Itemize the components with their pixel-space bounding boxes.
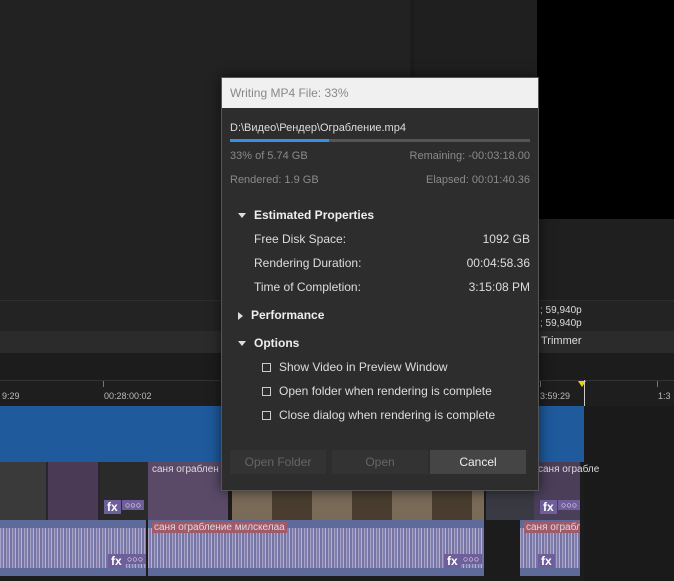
property-label: Free Disk Space:: [254, 232, 347, 246]
more-icon-right[interactable]: ○○○: [558, 500, 581, 510]
render-progress-fill: [230, 139, 329, 142]
property-value: 3:15:08 PM: [468, 280, 530, 294]
option-label: Show Video in Preview Window: [279, 360, 448, 374]
audio-clip-label: саня ограбление милскелаа: [152, 522, 287, 533]
section-estimated-properties[interactable]: Estimated Properties: [238, 208, 374, 222]
video-preview: [537, 0, 674, 219]
video-clip-5[interactable]: саня ограбле fx ○○○: [534, 462, 599, 520]
section-options[interactable]: Options: [238, 336, 299, 350]
rendered-size: Rendered: 1.9 GB: [230, 174, 319, 186]
remaining-time: Remaining: -00:03:18.00: [409, 150, 530, 162]
chevron-right-icon: [238, 311, 243, 320]
chevron-down-icon: [238, 341, 246, 347]
ruler-label-left: 9:29: [2, 391, 20, 401]
open-folder-button[interactable]: Open Folder: [230, 450, 326, 474]
property-value: 00:04:58.36: [466, 256, 530, 270]
video-clip-label-right: саня ограбле: [538, 464, 600, 475]
ruler-label-mid: 00:28:00:02: [104, 391, 152, 401]
open-button[interactable]: Open: [332, 450, 428, 474]
fps-info-2: ; 59,940p: [540, 318, 582, 329]
cancel-button[interactable]: Cancel: [430, 450, 526, 474]
property-label: Rendering Duration:: [254, 256, 362, 270]
audio-fx-icon-2[interactable]: fx: [444, 554, 461, 568]
option-row[interactable]: Open folder when rendering is complete: [262, 384, 492, 398]
option-row[interactable]: Close dialog when rendering is complete: [262, 408, 495, 422]
audio-clip-2[interactable]: саня ограбление милскелаа fx ○○○: [148, 520, 484, 576]
option-row[interactable]: Show Video in Preview Window: [262, 360, 448, 374]
trimmer-tab[interactable]: Trimmer: [541, 335, 582, 347]
audio-more-icon-2[interactable]: ○○○: [460, 554, 483, 564]
audio-fx-icon-3[interactable]: fx: [538, 554, 555, 568]
property-label: Time of Completion:: [254, 280, 361, 294]
ruler-label-far-right: 1:3: [658, 391, 671, 401]
dialog-title: Writing MP4 File: 33%: [222, 78, 538, 108]
fx-icon[interactable]: fx: [104, 500, 121, 514]
checkbox[interactable]: [262, 386, 271, 396]
output-file-path: D:\Видео\Рендер\Ограбление.mp4: [230, 122, 406, 134]
audio-clip-3[interactable]: саня ограбле fx: [520, 520, 580, 576]
chevron-down-icon: [238, 213, 246, 219]
fx-icon-right[interactable]: fx: [540, 500, 557, 514]
video-clip-label: саня ограблен: [152, 464, 219, 475]
checkbox[interactable]: [262, 362, 271, 372]
more-icon[interactable]: ○○○: [122, 500, 145, 510]
checkbox[interactable]: [262, 410, 271, 420]
ruler-label-right: 3:59:29: [540, 391, 571, 401]
audio-more-icon[interactable]: ○○○: [124, 554, 146, 564]
audio-fx-icon[interactable]: fx: [108, 554, 125, 568]
progress-size-text: 33% of 5.74 GB: [230, 150, 308, 162]
fps-info-1: ; 59,940p: [540, 305, 582, 316]
render-progress-dialog: Writing MP4 File: 33% D:\Видео\Рендер\Ог…: [221, 77, 539, 491]
video-clip-1[interactable]: fx ○○○: [0, 462, 148, 520]
audio-clip-1[interactable]: fx ○○○: [0, 520, 146, 576]
render-progress-bar: [230, 139, 530, 142]
property-value: 1092 GB: [482, 232, 530, 246]
option-label: Open folder when rendering is complete: [279, 384, 492, 398]
elapsed-time: Elapsed: 00:01:40.36: [426, 174, 530, 186]
timeline-empty-area: [584, 406, 674, 581]
video-clip-2[interactable]: саня ограблен: [148, 462, 228, 520]
section-performance[interactable]: Performance: [238, 308, 324, 322]
option-label: Close dialog when rendering is complete: [279, 408, 496, 422]
audio-clip-label-right: саня ограбле: [524, 522, 580, 533]
